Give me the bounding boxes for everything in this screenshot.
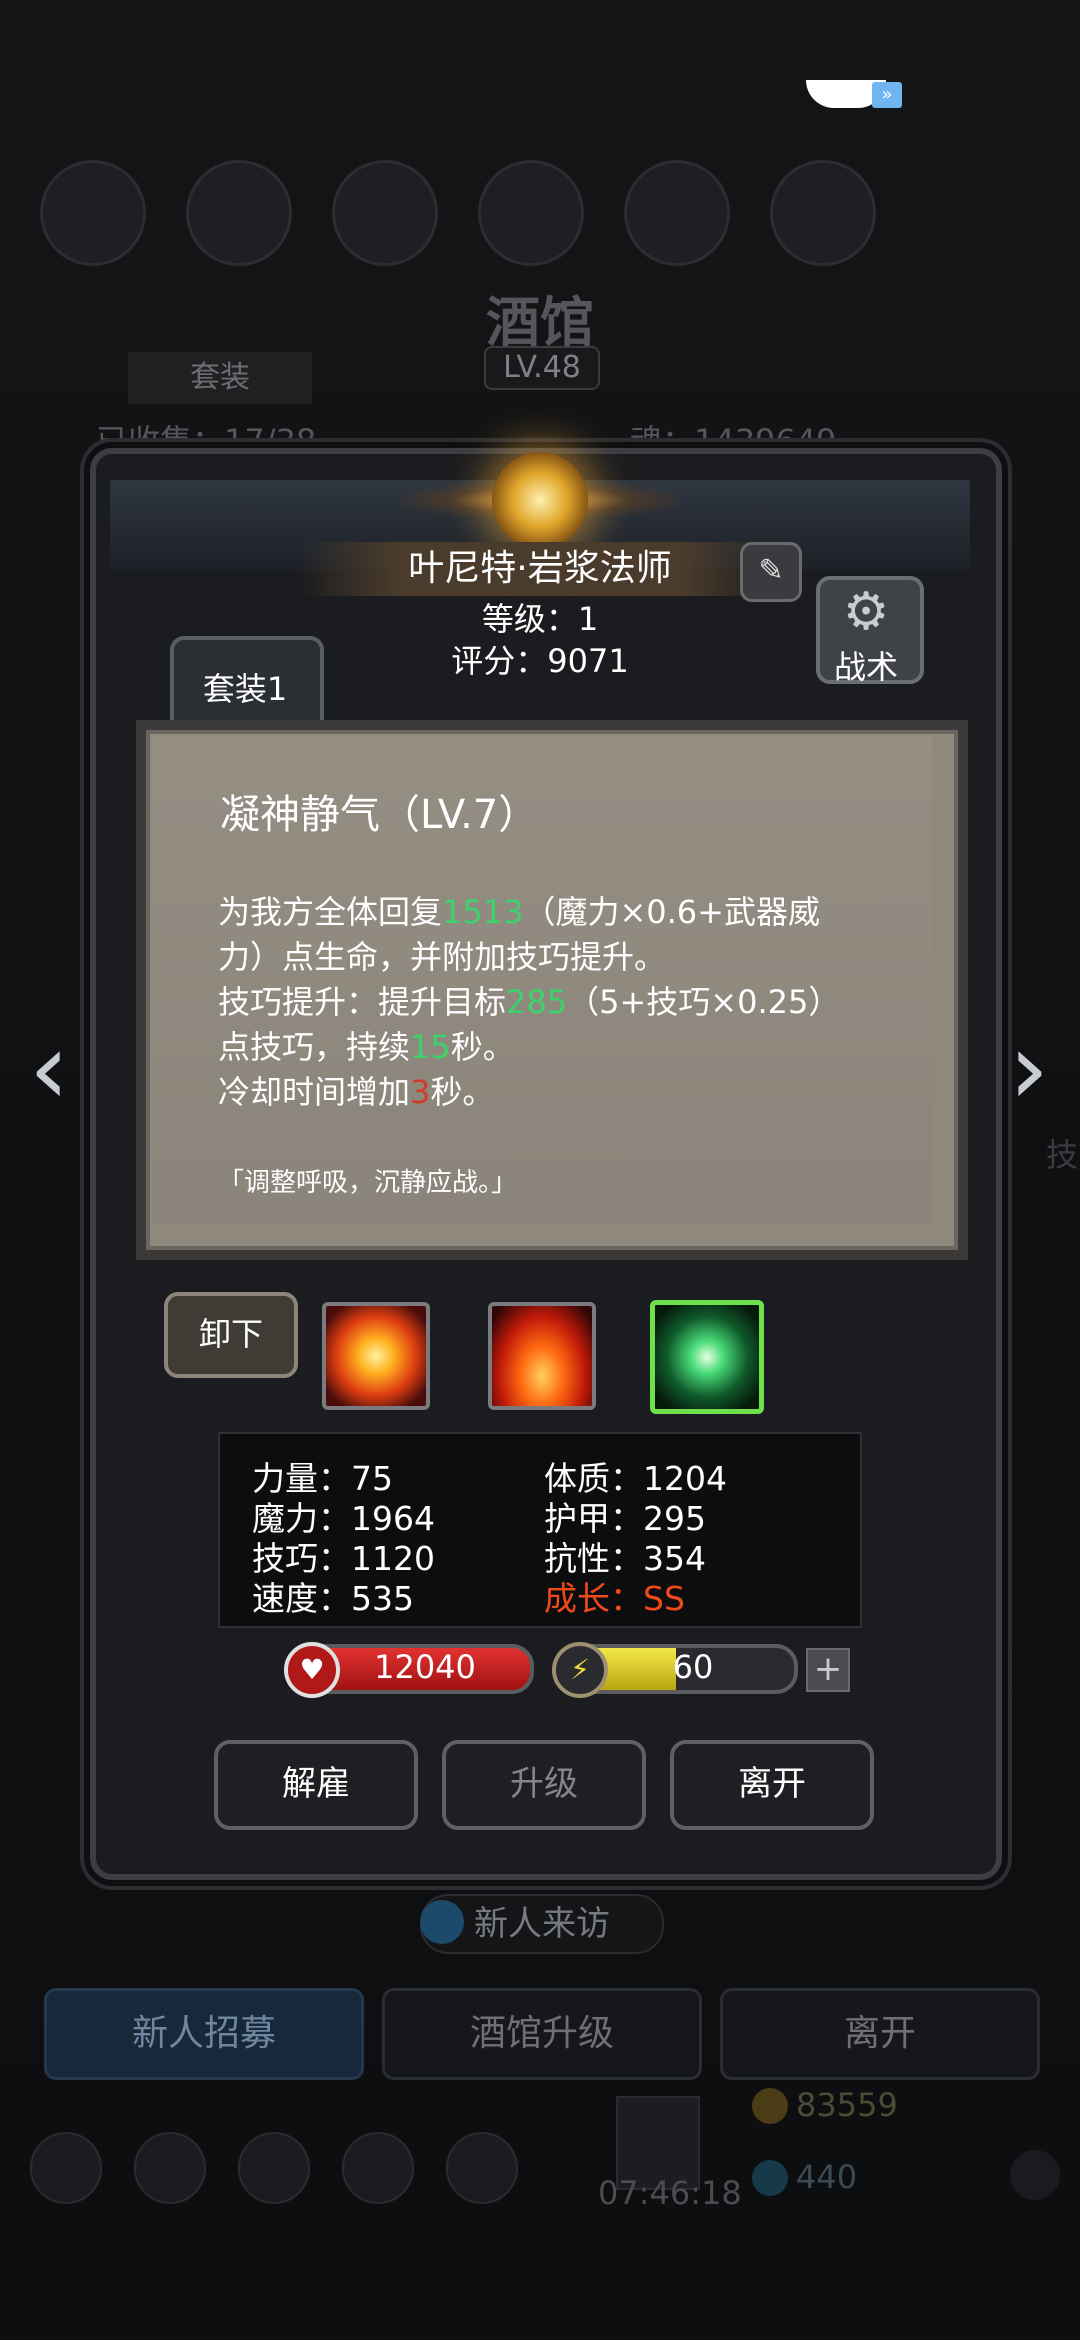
upgrade-button[interactable]: 升级	[442, 1740, 646, 1830]
previous-hero-arrow[interactable]: ‹	[14, 1014, 84, 1124]
recruit-button[interactable]: 新人招募	[44, 1988, 364, 2080]
gift-timer: 07:46:18	[598, 2174, 742, 2212]
duration-value: 15	[410, 1028, 451, 1066]
set-tab-background[interactable]: 套装	[128, 352, 312, 404]
hero-score: 评分：9071	[451, 642, 629, 680]
skill-quote: 「调整呼吸，沉静应战。」	[218, 1168, 518, 1198]
unequip-button[interactable]: 卸下	[164, 1292, 298, 1378]
cooldown-value: 3	[410, 1073, 431, 1111]
hero-level: 等级：1	[481, 600, 599, 638]
edit-name-button[interactable]: ✎	[740, 542, 802, 602]
desc-text: 秒。	[450, 1028, 515, 1066]
tavern-upgrade-button[interactable]: 酒馆升级	[382, 1988, 702, 2080]
skill-description: 为我方全体回复1513（魔力×0.6+武器威力）点生命，并附加技巧提升。 技巧提…	[218, 890, 858, 1115]
hp-value: 12040	[374, 1648, 476, 1686]
green-crystal-icon[interactable]	[650, 1300, 764, 1414]
add-currency-icon[interactable]	[1010, 2150, 1060, 2200]
nav-icon[interactable]	[446, 2132, 518, 2204]
pencil-icon: ✎	[758, 553, 784, 588]
next-hero-arrow[interactable]: ›	[994, 1014, 1064, 1124]
side-label: 技	[1046, 1136, 1079, 1174]
add-energy-button[interactable]: +	[806, 1648, 850, 1692]
hero-name: 叶尼特·岩浆法师	[408, 548, 672, 589]
skill-title: 凝神静气（LV.7）	[220, 792, 539, 838]
tactics-label: 战术	[833, 648, 898, 686]
desc-text: 技巧提升：提升目标	[218, 983, 507, 1021]
menu-icon[interactable]	[624, 160, 730, 266]
menu-icon[interactable]	[186, 160, 292, 266]
nav-icon[interactable]	[134, 2132, 206, 2204]
gear-icon: ⚙	[842, 582, 890, 642]
menu-icon[interactable]	[478, 160, 584, 266]
energy-value: 60	[672, 1648, 714, 1686]
tavern-leave-button[interactable]: 离开	[720, 1988, 1040, 2080]
nav-icon[interactable]	[342, 2132, 414, 2204]
emblem-icon	[492, 452, 588, 548]
stat-growth: 成长：SS	[544, 1579, 685, 1618]
gem-icon	[752, 2160, 788, 2196]
stat-speed: 速度：535	[252, 1579, 414, 1618]
menu-icon[interactable]	[40, 160, 146, 266]
fire-burst-icon[interactable]	[322, 1302, 430, 1410]
gold-coin-icon	[752, 2088, 788, 2124]
desc-text: 为我方全体回复	[218, 893, 443, 931]
bottom-nav-icons	[30, 2132, 518, 2204]
gold-amount: 83559	[796, 2086, 898, 2124]
flame-icon[interactable]	[488, 1302, 596, 1410]
dismiss-button[interactable]: 解雇	[214, 1740, 418, 1830]
gem-amount: 440	[796, 2158, 858, 2196]
leave-button[interactable]: 离开	[670, 1740, 874, 1830]
tavern-level: LV.48	[484, 346, 600, 390]
fast-forward-icon: »	[872, 82, 902, 108]
nav-icon[interactable]	[30, 2132, 102, 2204]
heal-value: 1513	[442, 893, 524, 931]
desc-text: 秒。	[430, 1073, 495, 1111]
nav-icon[interactable]	[238, 2132, 310, 2204]
set-tab-label: 套装1	[202, 670, 288, 708]
visitor-icon	[420, 1900, 464, 1944]
skill-boost-value: 285	[506, 983, 568, 1021]
menu-icon[interactable]	[332, 160, 438, 266]
desc-text: 冷却时间增加	[218, 1073, 411, 1111]
menu-icon[interactable]	[770, 160, 876, 266]
top-menu-icons	[40, 160, 1040, 270]
